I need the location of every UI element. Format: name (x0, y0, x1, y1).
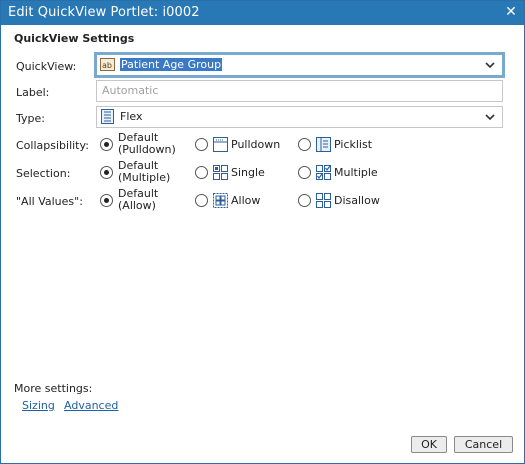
sizing-link[interactable]: Sizing (22, 399, 55, 412)
selection-single-radio[interactable] (195, 166, 208, 179)
quickview-value: Patient Age Group (120, 58, 223, 71)
advanced-link[interactable]: Advanced (64, 399, 118, 412)
selection-multiple-radio[interactable] (298, 166, 311, 179)
selection-default-text: Default (Multiple) (118, 159, 171, 184)
close-icon[interactable]: ✕ (504, 5, 518, 19)
title-bar[interactable]: Edit QuickView Portlet: i0002 ✕ (1, 1, 524, 25)
cancel-button[interactable]: Cancel (454, 436, 513, 453)
label-input[interactable]: Automatic (96, 80, 503, 102)
type-label: Type: (16, 112, 45, 125)
flex-type-icon (101, 109, 114, 124)
selection-label: Selection: (16, 167, 71, 180)
allow-option-label: Allow (231, 194, 261, 207)
collapsibility-pulldown-radio[interactable] (195, 138, 208, 151)
single-option-label: Single (231, 166, 265, 179)
all-values-disallow-radio[interactable] (298, 194, 311, 207)
chevron-down-icon[interactable] (485, 112, 495, 122)
single-select-icon (213, 165, 228, 180)
allow-icon (213, 193, 228, 208)
pulldown-option-label: Pulldown (231, 138, 281, 151)
all-values-label: "All Values": (16, 195, 83, 208)
label-field-label: Label: (16, 86, 50, 99)
collapsibility-picklist-radio[interactable] (298, 138, 311, 151)
picklist-icon (316, 137, 331, 152)
quickview-label: QuickView: (16, 60, 77, 73)
all-values-default-radio[interactable] (100, 194, 113, 207)
ok-button[interactable]: OK (411, 436, 447, 453)
picklist-option-label: Picklist (334, 138, 373, 151)
all-values-default-text: Default (Allow) (118, 187, 159, 212)
more-settings-label: More settings: (14, 382, 93, 395)
section-title: QuickView Settings (14, 32, 135, 45)
label-placeholder: Automatic (102, 84, 159, 97)
type-value: Flex (120, 110, 143, 123)
type-select[interactable]: Flex (96, 106, 503, 128)
disallow-option-label: Disallow (334, 194, 380, 207)
quickview-select[interactable]: ab Patient Age Group (94, 52, 505, 78)
disallow-icon (316, 193, 331, 208)
chevron-down-icon[interactable] (485, 60, 495, 70)
window-title: Edit QuickView Portlet: i0002 (8, 5, 200, 20)
selection-default-radio[interactable] (100, 166, 113, 179)
svg-text:ab: ab (102, 61, 112, 70)
collapsibility-default-text: Default (Pulldown) (118, 131, 176, 156)
collapsibility-label: Collapsibility: (16, 139, 89, 152)
collapsibility-default-radio[interactable] (100, 138, 113, 151)
pulldown-icon (213, 137, 228, 152)
text-field-icon: ab (100, 58, 115, 71)
all-values-allow-radio[interactable] (195, 194, 208, 207)
edit-quickview-dialog: Edit QuickView Portlet: i0002 ✕ QuickVie… (0, 0, 525, 464)
multiple-option-label: Multiple (334, 166, 378, 179)
multiple-select-icon (316, 165, 331, 180)
